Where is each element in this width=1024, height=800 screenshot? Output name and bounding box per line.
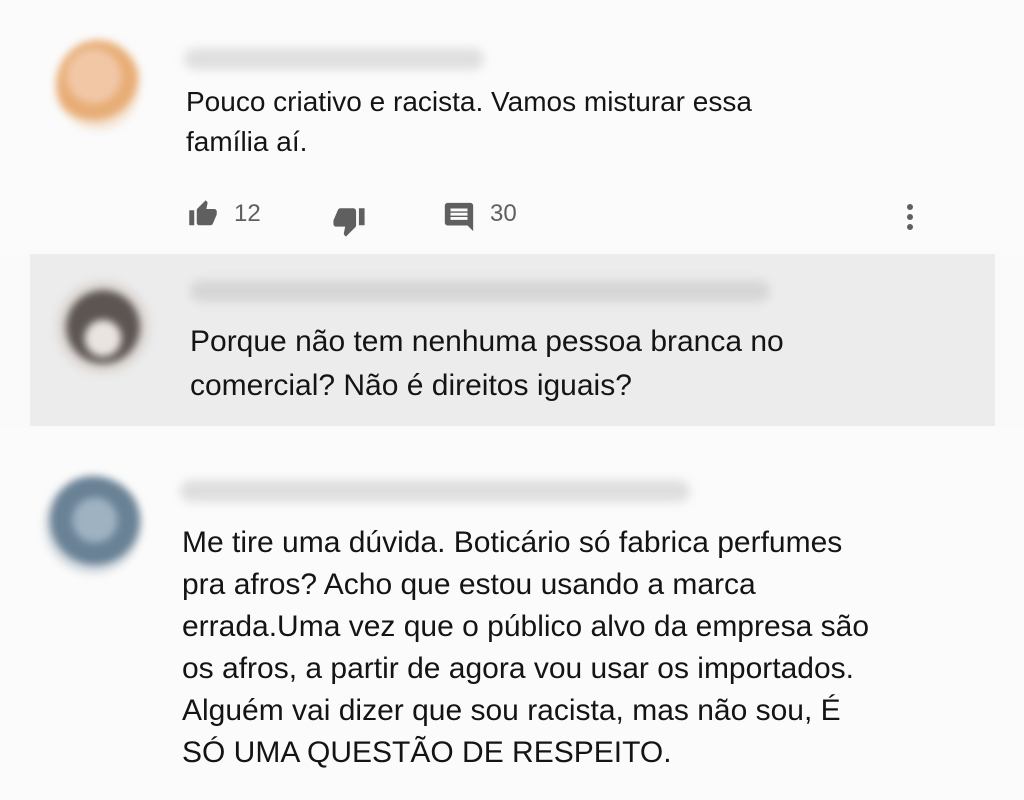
reply-count: 30 bbox=[490, 200, 517, 227]
like-count: 12 bbox=[234, 200, 261, 227]
avatar[interactable] bbox=[56, 40, 140, 130]
thumbs-up-icon bbox=[189, 200, 217, 226]
comment-text: Me tire uma dúvida. Boticário só fabrica… bbox=[182, 526, 870, 769]
author-name-blurred[interactable] bbox=[190, 280, 770, 302]
comment-2: Porque não tem nenhuma pessoa branca no … bbox=[30, 254, 995, 426]
comment-text: Porque não tem nenhuma pessoa branca no … bbox=[190, 325, 784, 402]
avatar[interactable] bbox=[56, 280, 150, 374]
reply-button[interactable]: 30 bbox=[442, 196, 517, 232]
comment-1: Pouco criativo e racista. Vamos misturar… bbox=[0, 0, 1024, 250]
comment-text: Pouco criativo e racista. Vamos misturar… bbox=[186, 86, 752, 157]
reply-icon bbox=[444, 202, 474, 232]
avatar[interactable] bbox=[44, 476, 142, 574]
more-options-button[interactable] bbox=[900, 196, 920, 232]
comment-3: Me tire uma dúvida. Boticário só fabrica… bbox=[0, 428, 1024, 800]
author-name-blurred[interactable] bbox=[184, 48, 484, 70]
dislike-button[interactable] bbox=[332, 196, 366, 237]
comment-actions: 12 30 bbox=[186, 196, 946, 237]
thumbs-down-icon bbox=[333, 208, 365, 237]
author-name-blurred[interactable] bbox=[180, 480, 690, 502]
like-button[interactable]: 12 bbox=[186, 196, 261, 232]
